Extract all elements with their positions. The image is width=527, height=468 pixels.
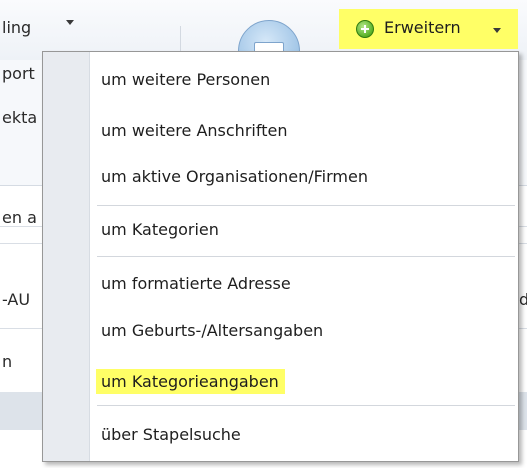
background-partial-label: en a [2, 208, 37, 227]
menu-item-weitere-personen[interactable]: um weitere Personen [101, 63, 270, 97]
menu-item-label: um weitere Personen [101, 70, 271, 89]
chevron-down-icon[interactable] [66, 20, 74, 25]
expand-button-label: Erweitern [384, 18, 461, 37]
ribbon-partial-label: ekta [2, 108, 38, 127]
menu-item-label: um Kategorien [101, 220, 219, 239]
menu-item-label: um weitere Anschriften [101, 121, 288, 140]
menu-separator [97, 205, 515, 206]
menu-separator [97, 256, 515, 257]
menu-separator [97, 405, 515, 406]
menu-item-label: um Kategorieangaben [96, 369, 285, 394]
menu-icon-gutter [43, 52, 90, 461]
menu-item-kategorieangaben[interactable]: um Kategorieangaben [96, 365, 285, 399]
background-partial-label: n [2, 352, 13, 371]
menu-item-label: um formatierte Adresse [101, 274, 291, 293]
chevron-down-icon [493, 28, 501, 33]
menu-item-label: um Geburts-/Altersangaben [101, 321, 324, 340]
background-partial-label: d [519, 290, 527, 309]
ribbon-partial-label: port [2, 64, 35, 83]
ribbon-partial-label: ling [2, 18, 32, 37]
menu-item-weitere-anschriften[interactable]: um weitere Anschriften [101, 114, 287, 148]
menu-item-kategorien[interactable]: um Kategorien [101, 213, 219, 247]
menu-item-label: über Stapelsuche [101, 425, 241, 444]
menu-item-label: um aktive Organisationen/Firmen [101, 167, 368, 186]
menu-item-stapelsuche[interactable]: über Stapelsuche [101, 418, 241, 452]
menu-item-aktive-organisationen[interactable]: um aktive Organisationen/Firmen [101, 160, 368, 194]
expand-button[interactable]: Erweitern [339, 9, 518, 49]
plus-circle-icon [356, 20, 374, 38]
menu-item-formatierte-adresse[interactable]: um formatierte Adresse [101, 267, 291, 301]
menu-item-geburts-altersangaben[interactable]: um Geburts-/Altersangaben [101, 314, 323, 348]
expand-dropdown-menu: um weitere Personen um weitere Anschrift… [42, 51, 519, 462]
background-partial-label: -AU [2, 290, 31, 309]
